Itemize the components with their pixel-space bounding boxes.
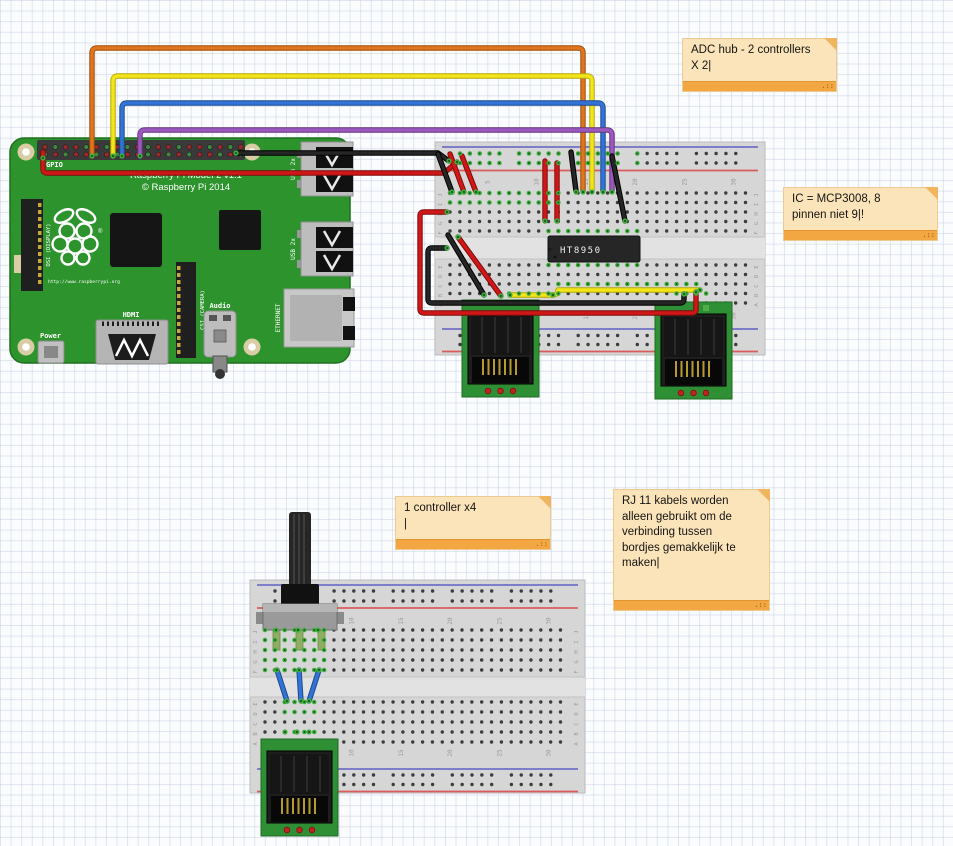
svg-text:E: E bbox=[754, 265, 760, 268]
svg-text:F: F bbox=[574, 670, 580, 673]
svg-text:G: G bbox=[438, 222, 444, 225]
note-line: verbinding tussen bbox=[622, 525, 761, 541]
svg-text:G: G bbox=[754, 222, 760, 225]
svg-text:20: 20 bbox=[632, 178, 639, 186]
note-bar[interactable]: .:: bbox=[683, 81, 836, 91]
note-line: RJ 11 kabels worden bbox=[622, 494, 761, 510]
svg-text:10: 10 bbox=[534, 178, 541, 186]
hdmi-label: HDMI bbox=[123, 311, 140, 319]
resize-grip-icon[interactable]: .:: bbox=[821, 82, 834, 91]
svg-text:H: H bbox=[574, 650, 580, 653]
gpio-label: GPIO bbox=[46, 161, 63, 169]
svg-text:D: D bbox=[253, 712, 259, 715]
note-line: pinnen niet 9|! bbox=[792, 208, 929, 224]
registered-mark: ® bbox=[98, 228, 103, 235]
note-fold bbox=[824, 38, 837, 51]
svg-text:C: C bbox=[438, 284, 444, 287]
note-line: | bbox=[404, 517, 542, 533]
svg-text:25: 25 bbox=[496, 749, 503, 757]
soc-chip bbox=[110, 213, 162, 267]
note-line: maken| bbox=[622, 556, 761, 572]
svg-text:E: E bbox=[438, 265, 444, 268]
svg-text:J: J bbox=[754, 193, 760, 196]
svg-text:D: D bbox=[754, 275, 760, 278]
svg-text:I: I bbox=[574, 640, 580, 643]
svg-text:20: 20 bbox=[447, 617, 454, 625]
resize-grip-icon[interactable]: .:: bbox=[754, 601, 767, 610]
usb2-label: USB 2x bbox=[290, 238, 297, 260]
ethernet-label: ETHERNET bbox=[275, 303, 282, 332]
svg-text:E: E bbox=[253, 702, 259, 705]
audio-jack: Audio bbox=[204, 302, 236, 379]
power-label: Power bbox=[40, 332, 61, 340]
svg-text:15: 15 bbox=[398, 749, 405, 757]
note-bar[interactable]: .:: bbox=[614, 600, 769, 610]
svg-text:G: G bbox=[253, 660, 259, 663]
svg-text:J: J bbox=[438, 193, 444, 196]
svg-text:5: 5 bbox=[484, 180, 491, 184]
svg-text:C: C bbox=[253, 722, 259, 725]
svg-text:H: H bbox=[253, 650, 259, 653]
svg-text:G: G bbox=[574, 660, 580, 663]
note-controller[interactable]: 1 controller x4 | .:: bbox=[395, 496, 551, 550]
note-fold bbox=[757, 489, 770, 502]
audio-label: Audio bbox=[209, 302, 230, 310]
svg-text:25: 25 bbox=[496, 617, 503, 625]
svg-text:F: F bbox=[438, 231, 444, 234]
ic-label: HT8950 bbox=[560, 246, 602, 256]
svg-text:D: D bbox=[574, 712, 580, 715]
svg-text:C: C bbox=[754, 284, 760, 287]
svg-text:30: 30 bbox=[546, 749, 553, 757]
note-line: X 2| bbox=[691, 59, 828, 75]
power-port: Power bbox=[38, 332, 64, 363]
usb1-label: USB 2x bbox=[290, 158, 297, 180]
resize-grip-icon[interactable]: .:: bbox=[535, 540, 548, 549]
note-line: bordjes gemakkelijk te bbox=[622, 541, 761, 557]
svg-text:I: I bbox=[754, 203, 760, 206]
svg-text:C: C bbox=[574, 722, 580, 725]
svg-text:15: 15 bbox=[398, 617, 405, 625]
note-bar[interactable]: .:: bbox=[784, 230, 937, 240]
svg-text:F: F bbox=[754, 231, 760, 234]
fritzing-canvas: 5510101515202025253030JJIIHHGGFFEEDDCCBB… bbox=[0, 0, 953, 846]
svg-text:I: I bbox=[253, 640, 259, 643]
svg-text:20: 20 bbox=[447, 749, 454, 757]
diagram-svg: 5510101515202025253030JJIIHHGGFFEEDDCCBB… bbox=[0, 0, 953, 846]
svg-text:J: J bbox=[253, 630, 259, 633]
svg-text:F: F bbox=[253, 670, 259, 673]
svg-text:D: D bbox=[438, 275, 444, 278]
rj11-green-pad bbox=[703, 305, 709, 311]
rj11-board-right[interactable] bbox=[655, 302, 732, 399]
svg-text:E: E bbox=[574, 702, 580, 705]
note-ic[interactable]: IC = MCP3008, 8 pinnen niet 9|! .:: bbox=[783, 187, 938, 241]
rj11-board-bottom[interactable] bbox=[261, 739, 338, 836]
svg-text:30: 30 bbox=[731, 178, 738, 186]
svg-text:30: 30 bbox=[546, 617, 553, 625]
note-adc-hub[interactable]: ADC hub - 2 controllers X 2| .:: bbox=[682, 38, 837, 92]
dsi-label: DSI (DISPLAY) bbox=[46, 223, 52, 266]
svg-text:J: J bbox=[574, 630, 580, 633]
note-fold bbox=[925, 187, 938, 200]
svg-text:H: H bbox=[754, 212, 760, 215]
note-line: 1 controller x4 bbox=[404, 501, 542, 517]
svg-text:10: 10 bbox=[349, 749, 356, 757]
svg-text:25: 25 bbox=[681, 178, 688, 186]
note-line: ADC hub - 2 controllers bbox=[691, 43, 828, 59]
ic-chip[interactable]: HT8950 bbox=[548, 236, 640, 262]
note-rj11[interactable]: RJ 11 kabels worden alleen gebruikt om d… bbox=[613, 489, 770, 611]
svg-text:I: I bbox=[438, 203, 444, 206]
resize-grip-icon[interactable]: .:: bbox=[922, 231, 935, 240]
svg-text:10: 10 bbox=[349, 617, 356, 625]
note-fold bbox=[538, 496, 551, 509]
pi-url: http://www.raspberrypi.org bbox=[48, 279, 120, 285]
note-bar[interactable]: .:: bbox=[396, 539, 550, 549]
usb-chip bbox=[219, 210, 261, 250]
pi-copyright: © Raspberry Pi 2014 bbox=[142, 182, 230, 193]
note-line: IC = MCP3008, 8 bbox=[792, 192, 929, 208]
ethernet-port: ETHERNET bbox=[275, 289, 355, 347]
note-line: alleen gebruikt om de bbox=[622, 510, 761, 526]
